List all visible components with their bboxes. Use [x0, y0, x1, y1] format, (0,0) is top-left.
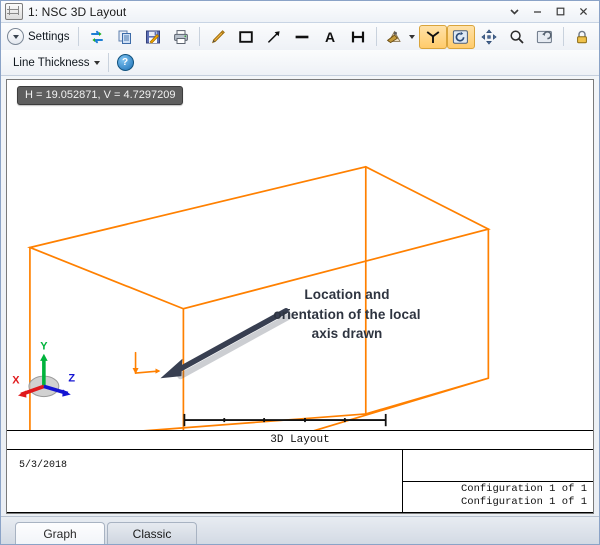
title-bar: 1: NSC 3D Layout — [1, 1, 599, 23]
drawing-title-block: 3D Layout 5/3/2018 Configuration 1 of 1 … — [7, 430, 593, 513]
svg-text:Z: Z — [68, 372, 75, 384]
window-controls — [503, 1, 595, 22]
rectangle-icon — [236, 27, 256, 47]
chevron-down-icon — [7, 28, 24, 45]
pencil-icon — [208, 27, 228, 47]
title-block-config: Configuration 1 of 1 Configuration 1 of … — [403, 482, 593, 512]
print-button[interactable] — [167, 25, 195, 49]
lock-button[interactable] — [568, 25, 596, 49]
layout-canvas[interactable]: Y X Z H = 19.052871, V = 4.7297209 Locat… — [6, 79, 594, 514]
config-line-1: Configuration 1 of 1 — [403, 483, 587, 496]
title-block-right-upper — [403, 450, 593, 482]
settings-button[interactable]: Settings — [3, 25, 74, 49]
pencil-button[interactable] — [204, 25, 232, 49]
chevron-down-icon — [409, 35, 415, 39]
tab-graph[interactable]: Graph — [15, 522, 105, 544]
save-icon — [143, 27, 163, 47]
arrow-button[interactable] — [260, 25, 288, 49]
line-button[interactable] — [288, 25, 316, 49]
drawing-date: 5/3/2018 — [7, 450, 403, 512]
dimension-icon — [348, 27, 368, 47]
annotation-line-1: Location and — [257, 285, 437, 305]
orientation-gizmo: Y X Z — [12, 340, 75, 397]
annotation-line-2: orientation of the local — [257, 305, 437, 325]
drawing-title: 3D Layout — [7, 430, 593, 450]
toolbar-separator — [108, 53, 109, 72]
toolbar-separator — [199, 27, 200, 46]
lock-icon — [572, 27, 592, 47]
svg-text:A: A — [325, 29, 335, 45]
print-icon — [171, 27, 191, 47]
toolbar-separator — [78, 27, 79, 46]
title-block-body: 5/3/2018 Configuration 1 of 1 Configurat… — [7, 450, 593, 513]
line-thickness-dropdown[interactable]: Line Thickness — [9, 51, 104, 75]
toolbar-separator — [376, 27, 377, 46]
settings-label: Settings — [28, 31, 70, 43]
rotate-icon — [451, 27, 471, 47]
layout-window-icon — [5, 3, 23, 20]
zoom-button[interactable] — [503, 25, 531, 49]
pan-icon — [479, 27, 499, 47]
svg-text:X: X — [12, 374, 20, 386]
maximize-button[interactable] — [549, 2, 572, 21]
copy-icon — [115, 27, 135, 47]
help-button[interactable]: ? — [113, 51, 138, 75]
svg-text:Y: Y — [40, 340, 48, 352]
pan-button[interactable] — [475, 25, 503, 49]
toolbar-separator — [563, 27, 564, 46]
annotation-line-3: axis drawn — [257, 324, 437, 344]
reset-view-button[interactable] — [531, 25, 559, 49]
text-button[interactable]: A — [316, 25, 344, 49]
refresh-button[interactable] — [83, 25, 111, 49]
callout-annotation: Location and orientation of the local ax… — [257, 285, 437, 344]
bottom-tab-bar: Graph Classic — [1, 516, 599, 544]
nsc-3d-layout-window: 1: NSC 3D Layout Settings — [0, 0, 600, 545]
close-button[interactable] — [572, 2, 595, 21]
scale-bar — [184, 414, 385, 426]
main-toolbar: Settings — [1, 23, 599, 50]
secondary-toolbar: Line Thickness ? — [1, 50, 599, 76]
minimize-button[interactable] — [526, 2, 549, 21]
color-dropper-button[interactable] — [381, 25, 419, 49]
arrow-icon — [264, 27, 284, 47]
local-axis-glyph — [133, 353, 161, 374]
text-icon: A — [320, 27, 340, 47]
rectangle-button[interactable] — [232, 25, 260, 49]
dropdown-arrow-button[interactable] — [503, 2, 526, 21]
undo-view-icon — [535, 27, 555, 47]
copy-button[interactable] — [111, 25, 139, 49]
refresh-icon — [87, 27, 107, 47]
rotate-button[interactable] — [447, 25, 475, 49]
save-button[interactable] — [139, 25, 167, 49]
tab-classic[interactable]: Classic — [107, 522, 197, 544]
window-title: 1: NSC 3D Layout — [28, 5, 126, 19]
config-line-2: Configuration 1 of 1 — [403, 496, 587, 509]
dimension-button[interactable] — [344, 25, 372, 49]
title-block-right: Configuration 1 of 1 Configuration 1 of … — [403, 450, 593, 512]
tripod-axis-icon — [423, 27, 443, 47]
tripod-axis-button[interactable] — [419, 25, 447, 49]
coordinate-readout: H = 19.052871, V = 4.7297209 — [17, 86, 183, 105]
help-icon: ? — [117, 54, 134, 71]
chevron-down-icon — [94, 61, 100, 65]
zoom-icon — [507, 27, 527, 47]
line-thickness-label: Line Thickness — [13, 57, 90, 69]
color-dropper-icon — [385, 27, 405, 47]
line-icon — [292, 27, 312, 47]
